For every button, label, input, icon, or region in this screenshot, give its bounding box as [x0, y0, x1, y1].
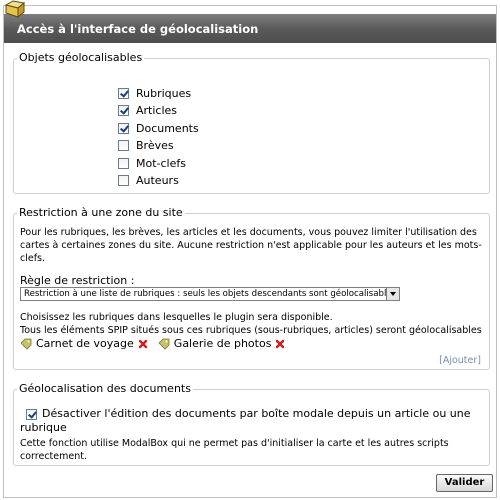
panel-title: Accès à l'interface de géolocalisation	[17, 22, 259, 36]
rule-label: Règle de restriction :	[20, 274, 135, 287]
text-line: clefs.	[20, 253, 46, 264]
checkbox-documents[interactable]	[118, 122, 129, 134]
text-line: Choisissez les rubriques dans lesquelles…	[20, 312, 333, 323]
text-line: cartes à certaines zones du site. Aucune…	[20, 240, 482, 251]
delete-icon[interactable]	[275, 339, 285, 349]
add-link-label[interactable]: Ajouter	[443, 355, 477, 366]
checkbox-row-breves[interactable]: Brèves	[118, 137, 174, 153]
checkbox-label: Auteurs	[136, 173, 179, 187]
checkbox-auteurs[interactable]	[118, 174, 129, 186]
modalbox-note: Cette fonction utilise ModalBox qui ne p…	[20, 437, 486, 463]
objects-legend: Objets géolocalisables	[17, 51, 145, 64]
restriction-rule-select[interactable]: Restriction à une liste de rubriques : s…	[20, 287, 400, 301]
folder-rubrique-icon	[20, 338, 32, 350]
rubrique-list: Carnet de voyage Galerie de photos	[20, 337, 285, 350]
submit-button[interactable]: Valider	[436, 474, 493, 492]
rubrique-item: Galerie de photos	[173, 337, 272, 350]
checkbox-label: Articles	[136, 103, 178, 117]
folder-rubrique-icon	[158, 338, 170, 350]
checkbox-label: Brèves	[136, 138, 174, 152]
checkbox-breves[interactable]	[118, 139, 129, 151]
checkbox-motclefs[interactable]	[118, 157, 129, 169]
select-value: Restriction à une liste de rubriques : s…	[24, 289, 397, 299]
restriction-legend: Restriction à une zone du site	[17, 206, 185, 219]
checkbox-row-auteurs[interactable]: Auteurs	[118, 172, 179, 188]
objects-fieldset: Objets géolocalisables Rubriques Article…	[13, 51, 490, 194]
checkbox-row-rubriques[interactable]: Rubriques	[118, 85, 191, 101]
text-line: correctement.	[20, 451, 87, 462]
bracket-close: ]	[477, 355, 481, 366]
disable-modal-option[interactable]: Désactiver l'édition des documents par b…	[20, 407, 486, 435]
documents-fieldset: Géolocalisation des documents Désactiver…	[13, 382, 490, 466]
checkbox-row-motclefs[interactable]: Mot-clefs	[118, 155, 186, 171]
text-line: Pour les rubriques, les brèves, les arti…	[20, 227, 477, 238]
chevron-down-icon[interactable]	[386, 288, 399, 300]
checkbox-label: Mot-clefs	[136, 156, 186, 170]
disable-modal-label-line2: rubrique	[20, 421, 67, 434]
rubrique-item: Carnet de voyage	[36, 337, 134, 350]
checkbox-articles[interactable]	[118, 104, 129, 116]
restriction-description: Pour les rubriques, les brèves, les arti…	[20, 226, 488, 265]
config-panel: Accès à l'interface de géolocalisation O…	[3, 5, 497, 498]
delete-icon[interactable]	[138, 339, 148, 349]
checkbox-row-documents[interactable]: Documents	[118, 120, 199, 136]
text-line: Cette fonction utilise ModalBox qui ne p…	[20, 438, 449, 449]
disable-modal-label-line1: Désactiver l'édition des documents par b…	[42, 407, 471, 420]
checkbox-rubriques[interactable]	[118, 87, 129, 99]
folder-icon	[4, 0, 26, 19]
checkbox-label: Documents	[136, 121, 199, 135]
choose-description: Choisissez les rubriques dans lesquelles…	[20, 311, 488, 337]
text-line: Tous les éléments SPIP situés sous ces r…	[20, 325, 482, 336]
checkbox-label: Rubriques	[136, 86, 192, 100]
add-rubrique-link[interactable]: [Ajouter]	[439, 355, 481, 366]
documents-legend: Géolocalisation des documents	[17, 382, 193, 395]
panel-titlebar: Accès à l'interface de géolocalisation	[4, 14, 496, 43]
checkbox-row-articles[interactable]: Articles	[118, 102, 177, 118]
disable-modal-checkbox[interactable]	[26, 408, 37, 420]
restriction-fieldset: Restriction à une zone du site Pour les …	[13, 206, 490, 370]
